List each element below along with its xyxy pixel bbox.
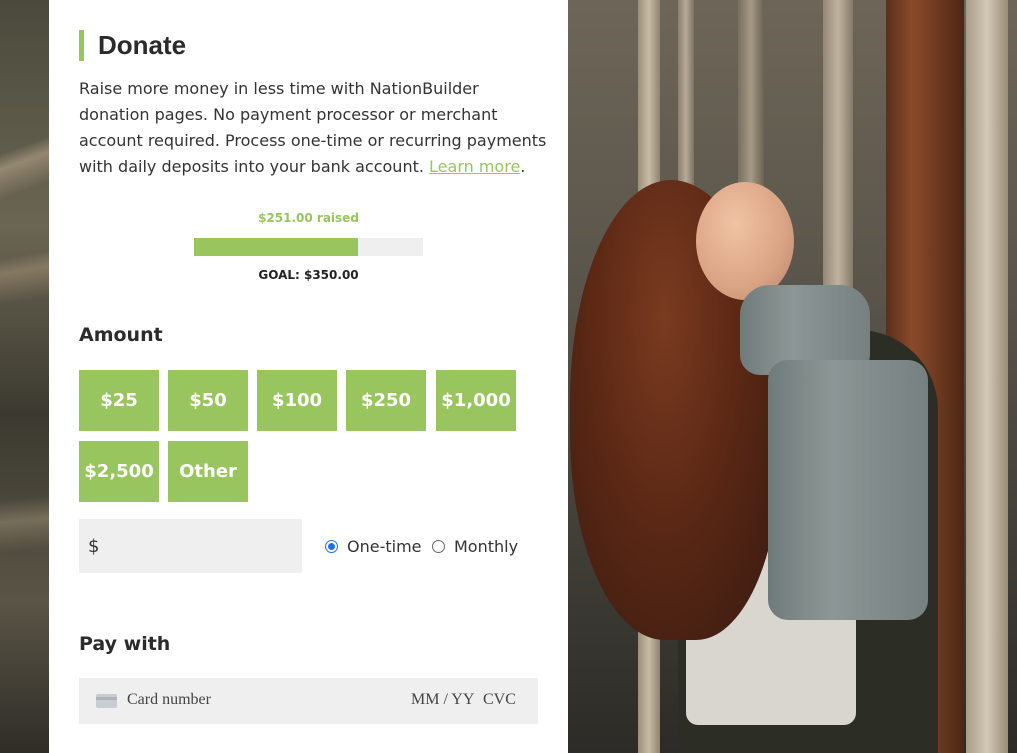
donation-form: Donate Raise more money in less time wit… xyxy=(49,0,568,753)
custom-amount-input[interactable] xyxy=(105,525,290,567)
learn-more-link[interactable]: Learn more xyxy=(429,157,520,176)
amount-option-100[interactable]: $100 xyxy=(257,370,337,431)
amount-option-250[interactable]: $250 xyxy=(346,370,426,431)
currency-symbol: $ xyxy=(88,535,100,557)
amount-option-50[interactable]: $50 xyxy=(168,370,248,431)
credit-card-icon xyxy=(96,694,117,708)
intro-paragraph: Raise more money in less time with Natio… xyxy=(79,76,549,180)
amount-option-other[interactable]: Other xyxy=(168,441,248,502)
background-forest-left xyxy=(0,0,49,753)
frequency-monthly[interactable]: Monthly xyxy=(432,537,518,556)
amount-option-1000[interactable]: $1,000 xyxy=(436,370,516,431)
card-number-placeholder[interactable]: Card number xyxy=(127,691,211,709)
pay-with-heading: Pay with xyxy=(79,633,171,655)
cvc-placeholder[interactable]: CVC xyxy=(483,691,516,709)
frequency-one-time[interactable]: One-time xyxy=(325,537,422,556)
monthly-label: Monthly xyxy=(454,537,519,556)
raised-amount: $251.00 raised xyxy=(258,211,359,225)
goal-amount: GOAL: $350.00 xyxy=(258,268,359,282)
amount-option-25[interactable]: $25 xyxy=(79,370,159,431)
one-time-radio[interactable] xyxy=(325,540,338,553)
custom-amount-field[interactable]: $ xyxy=(79,519,302,573)
expiry-placeholder[interactable]: MM / YY xyxy=(411,691,474,709)
card-input-field[interactable]: Card number MM / YY CVC xyxy=(79,678,538,724)
amount-option-2500[interactable]: $2,500 xyxy=(79,441,159,502)
hero-photo xyxy=(568,0,1017,753)
page-title: Donate xyxy=(79,30,186,61)
progress-bar xyxy=(194,238,423,256)
monthly-radio[interactable] xyxy=(432,540,445,553)
progress-bar-fill xyxy=(194,238,359,256)
amount-heading: Amount xyxy=(79,324,163,346)
intro-period: . xyxy=(520,157,526,176)
one-time-label: One-time xyxy=(347,537,422,556)
